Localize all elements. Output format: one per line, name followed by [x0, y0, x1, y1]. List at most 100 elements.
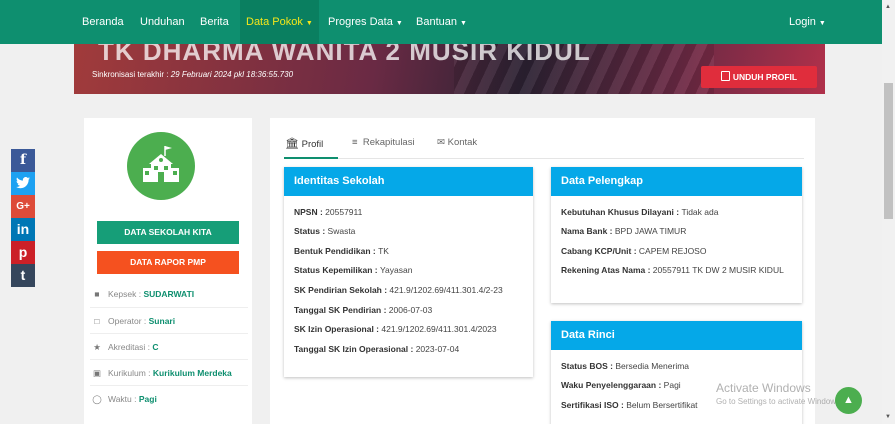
page-scrollbar[interactable]: ▲ ▼	[882, 0, 895, 424]
info-operator-label: Operator :	[108, 316, 149, 326]
facebook-icon[interactable]: f	[11, 149, 35, 172]
field-bentuk-pendidikan: Bentuk Pendidikan : TK	[294, 246, 389, 256]
field-cabang: Cabang KCP/Unit : CAPEM REJOSO	[561, 246, 706, 256]
field-kebutuhan-label: Kebutuhan Khusus Dilayani :	[561, 207, 682, 217]
field-tanggal-sk-pendirian: Tanggal SK Pendirian : 2006-07-03	[294, 305, 432, 315]
field-bos-value: Bersedia Menerima	[615, 361, 690, 371]
tab-kontak[interactable]: ✉ Kontak	[437, 137, 477, 148]
data-rinci-panel: Data Rinci Status BOS : Bersedia Menerim…	[551, 321, 802, 424]
scroll-down-arrow-icon[interactable]: ▼	[885, 414, 891, 420]
info-kepsek-label: Kepsek :	[108, 289, 144, 299]
field-bentuk-label: Bentuk Pendidikan :	[294, 246, 379, 256]
field-status-value: Swasta	[327, 226, 356, 236]
field-sk-pendirian-value: 421.9/1202.69/411.301.4/2-23	[389, 285, 503, 295]
watermark-line2: Go to Settings to activate Windows.	[716, 397, 843, 406]
field-rekening-value: 20557911 TK DW 2 MUSIR KIDUL	[652, 265, 784, 275]
download-profile-button[interactable]: UNDUH PROFIL	[701, 66, 817, 88]
nav-bantuan-label: Bantuan	[416, 16, 457, 28]
field-kebutuhan-khusus: Kebutuhan Khusus Dilayani : Tidak ada	[561, 207, 718, 217]
info-kepsek: ■ Kepsek : SUDARWATI	[90, 281, 248, 307]
envelope-icon: ✉	[437, 137, 445, 148]
watermark-line1: Activate Windows	[716, 381, 811, 395]
identitas-sekolah-title: Identitas Sekolah	[284, 167, 533, 196]
field-kepemilikan-value: Yayasan	[379, 265, 413, 275]
tumblr-icon[interactable]: t	[11, 264, 35, 287]
field-waku-value: Pagi	[663, 380, 681, 390]
field-sk-pendirian: SK Pendirian Sekolah : 421.9/1202.69/411…	[294, 285, 503, 295]
twitter-icon[interactable]	[11, 172, 35, 195]
field-bos-label: Status BOS :	[561, 361, 616, 371]
tabs-divider	[284, 158, 804, 159]
bank-icon: 🏛	[285, 138, 299, 150]
pinterest-icon[interactable]: p	[11, 241, 35, 264]
nav-bantuan[interactable]: Bantuan ▼	[416, 0, 467, 44]
info-kurikulum-value: Kurikulum Merdeka	[152, 368, 232, 378]
tab-kontak-label: Kontak	[447, 137, 478, 148]
field-sk-izin-operasional: SK Izin Operasional : 421.9/1202.69/411.…	[294, 324, 497, 334]
caret-down-icon: ▼	[395, 20, 403, 27]
field-cabang-label: Cabang KCP/Unit :	[561, 246, 639, 256]
caret-down-icon: ▼	[305, 20, 313, 27]
scroll-to-top-button[interactable]: ▲	[835, 387, 862, 414]
info-operator-value: Sunari	[148, 316, 176, 326]
field-bentuk-value: TK	[378, 246, 389, 256]
field-iso-label: Sertifikasi ISO :	[561, 400, 627, 410]
field-sk-izin-label: SK Izin Operasional :	[294, 324, 382, 334]
field-bank-label: Nama Bank :	[561, 226, 615, 236]
linkedin-icon[interactable]: in	[11, 218, 35, 241]
nav-progres-label: Progres Data	[328, 16, 393, 28]
nav-data-pokok[interactable]: Data Pokok ▼	[240, 0, 319, 44]
field-kebutuhan-value: Tidak ada	[681, 207, 719, 217]
nav-login[interactable]: Login ▼	[789, 0, 826, 44]
field-npsn: NPSN : 20557911	[294, 207, 362, 217]
field-tgl-izin-label: Tanggal SK Izin Operasional :	[294, 344, 416, 354]
nav-login-label: Login	[789, 16, 816, 28]
nav-progres-data[interactable]: Progres Data ▼	[328, 0, 403, 44]
caret-down-icon: ▼	[459, 20, 467, 27]
field-status-label: Status :	[294, 226, 328, 236]
info-waktu: ◯ Waktu : Pagi	[90, 385, 248, 411]
data-sekolah-kita-button[interactable]: DATA SEKOLAH KITA	[97, 221, 239, 244]
list-icon: ≡	[352, 137, 358, 148]
nav-data-pokok-label: Data Pokok	[246, 16, 303, 28]
school-title: TK DHARMA WANITA 2 MUSIR KIDUL	[98, 44, 591, 66]
scrollbar-thumb[interactable]	[884, 83, 893, 219]
data-pelengkap-panel: Data Pelengkap Kebutuhan Khusus Dilayani…	[551, 167, 802, 303]
field-npsn-label: NPSN :	[294, 207, 326, 217]
download-file-icon	[720, 71, 730, 81]
caret-down-icon: ▼	[818, 20, 826, 27]
info-akreditasi-value: C	[152, 342, 159, 352]
tab-profil-label: Profil	[301, 139, 324, 150]
tab-profil[interactable]: 🏛 Profil	[285, 137, 323, 150]
field-waku-label: Waku Penyelenggaraan :	[561, 380, 664, 390]
field-status-kepemilikan: Status Kepemilikan : Yayasan	[294, 265, 412, 275]
download-profile-label: UNDUH PROFIL	[732, 72, 798, 82]
tab-rekapitulasi-label: Rekapitulasi	[362, 137, 415, 148]
clock-icon: ◯	[92, 394, 102, 404]
field-status-bos: Status BOS : Bersedia Menerima	[561, 361, 689, 371]
data-rinci-title: Data Rinci	[551, 321, 802, 350]
nav-berita[interactable]: Berita	[200, 0, 229, 44]
field-sertifikasi-iso: Sertifikasi ISO : Belum Bersertifikat	[561, 400, 698, 410]
info-waktu-label: Waktu :	[108, 394, 139, 404]
field-tgl-pendirian-value: 2006-07-03	[388, 305, 433, 315]
info-kepsek-value: SUDARWATI	[143, 289, 195, 299]
chevron-up-icon: ▲	[843, 394, 854, 406]
star-icon: ★	[93, 342, 101, 352]
field-status: Status : Swasta	[294, 226, 355, 236]
identitas-sekolah-panel: Identitas Sekolah NPSN : 20557911 Status…	[284, 167, 533, 377]
google-plus-icon[interactable]: G+	[11, 195, 35, 218]
field-sk-izin-value: 421.9/1202.69/411.301.4/2023	[381, 324, 497, 334]
scroll-up-arrow-icon[interactable]: ▲	[885, 4, 891, 10]
nav-unduhan[interactable]: Unduhan	[140, 0, 185, 44]
field-tgl-pendirian-label: Tanggal SK Pendirian :	[294, 305, 389, 315]
tab-rekapitulasi[interactable]: ≡ Rekapitulasi	[352, 137, 415, 148]
top-navbar: Beranda Unduhan Berita Data Pokok ▼ Progr…	[0, 0, 882, 44]
field-bank-value: BPD JAWA TIMUR	[614, 226, 687, 236]
data-rapor-pmp-button[interactable]: DATA RAPOR PMP	[97, 251, 239, 274]
field-tanggal-sk-izin: Tanggal SK Izin Operasional : 2023-07-04	[294, 344, 459, 354]
info-akreditasi: ★ Akreditasi : C	[90, 333, 248, 359]
active-tab-indicator	[284, 157, 338, 159]
sync-label: Sinkronisasi terakhir :	[92, 70, 171, 79]
nav-beranda[interactable]: Beranda	[82, 0, 124, 44]
